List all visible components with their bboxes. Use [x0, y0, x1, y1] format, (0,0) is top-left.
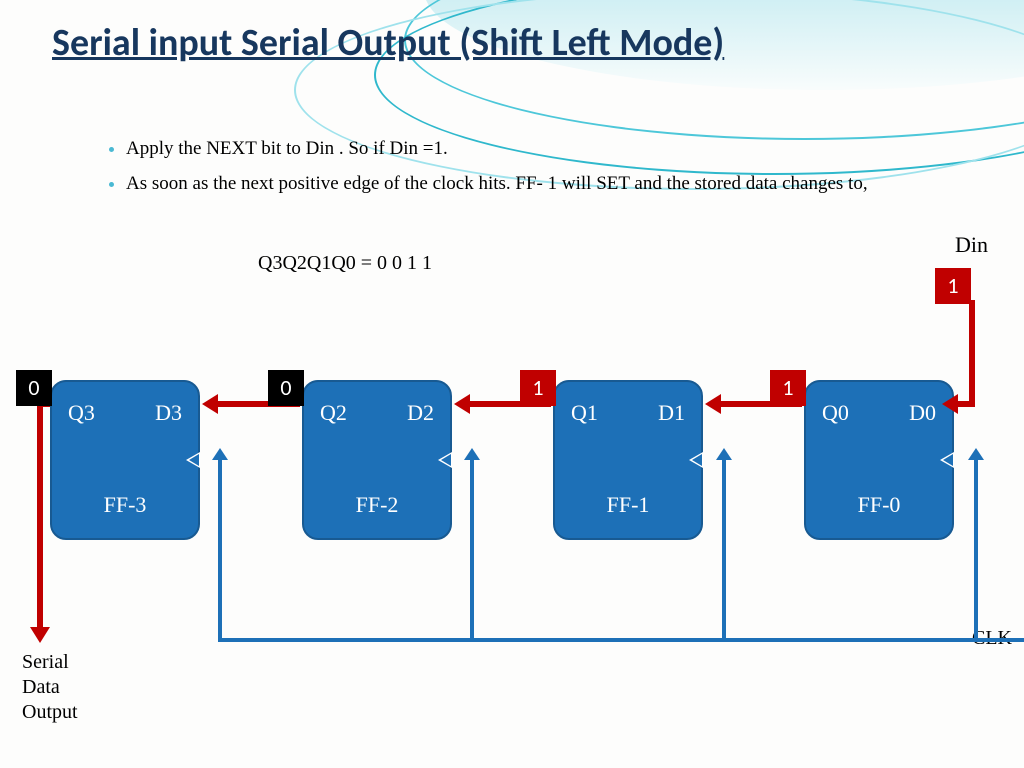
q-output-label: Q2 [320, 400, 347, 426]
din-wire [969, 300, 975, 404]
q-output-label: Q1 [571, 400, 598, 426]
serial-output-label: Serial Data Output [22, 650, 78, 725]
clk-wire [722, 460, 726, 638]
q-output-label: Q3 [68, 400, 95, 426]
bit-q1: 1 [520, 370, 556, 406]
bit-din: 1 [935, 268, 971, 304]
d-input-label: D3 [155, 400, 182, 426]
clk-wire [470, 460, 474, 638]
clk-wire [218, 460, 222, 638]
clock-input-icon [186, 452, 200, 468]
clock-input-icon [438, 452, 452, 468]
flipflop-1: Q1 D1 FF-1 [553, 380, 703, 540]
clock-input-icon [689, 452, 703, 468]
bit-q2: 0 [268, 370, 304, 406]
bit-q3: 0 [16, 370, 52, 406]
d-input-label: D0 [909, 400, 936, 426]
flipflop-name: FF-3 [52, 492, 198, 518]
flipflop-2: Q2 D2 FF-2 [302, 380, 452, 540]
bullet-item: As soon as the next positive edge of the… [126, 170, 964, 199]
state-equation: Q3Q2Q1Q0 = 0 0 1 1 [258, 252, 432, 275]
clk-bus [218, 638, 1024, 642]
flipflop-name: FF-2 [304, 492, 450, 518]
din-wire-arrow [956, 401, 975, 407]
flipflop-name: FF-0 [806, 492, 952, 518]
bit-q0: 1 [770, 370, 806, 406]
clock-input-icon [940, 452, 954, 468]
bullet-list: Apply the NEXT bit to Din . So if Din =1… [86, 135, 964, 204]
flipflop-3: Q3 D3 FF-3 [50, 380, 200, 540]
bullet-item: Apply the NEXT bit to Din . So if Din =1… [126, 135, 964, 164]
flipflop-name: FF-1 [555, 492, 701, 518]
d-input-label: D2 [407, 400, 434, 426]
serial-out-wire-arrow [37, 401, 43, 629]
d-input-label: D1 [658, 400, 685, 426]
q-output-label: Q0 [822, 400, 849, 426]
flipflop-0: Q0 D0 FF-0 [804, 380, 954, 540]
page-title: Serial input Serial Output (Shift Left M… [52, 20, 724, 66]
clk-wire [974, 460, 978, 638]
din-label: Din [955, 232, 988, 258]
